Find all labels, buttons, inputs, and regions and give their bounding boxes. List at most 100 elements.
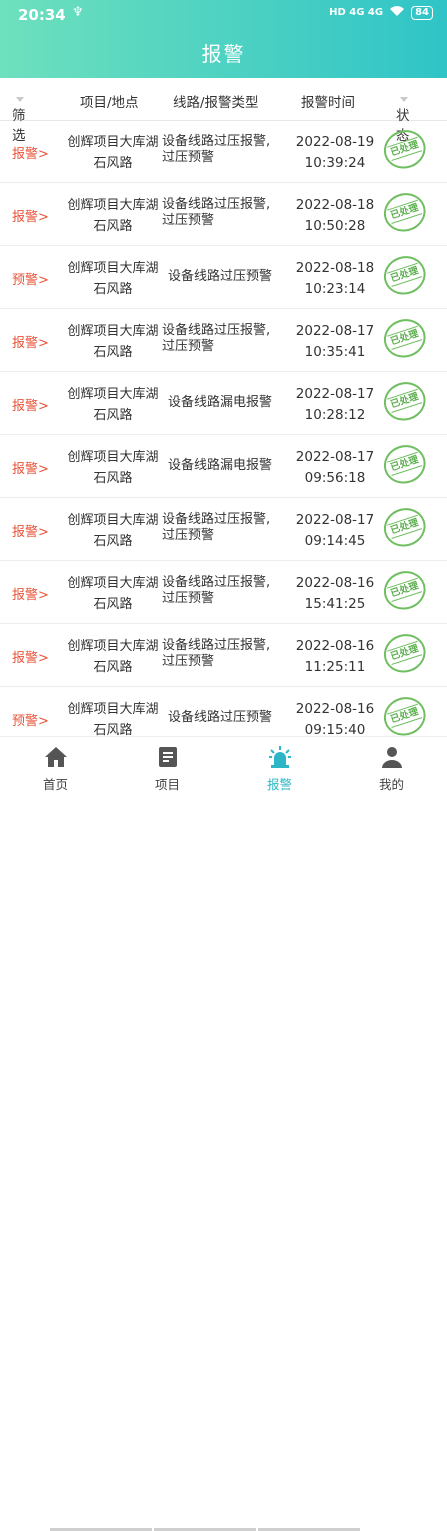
project-name: 创辉项目大库湖 bbox=[67, 513, 159, 528]
alarm-date: 2022-08-17 bbox=[295, 512, 375, 528]
alarm-time: 2022-08-17 10:28:12 bbox=[290, 384, 380, 426]
processed-stamp: 已处理 bbox=[378, 628, 433, 680]
alarm-type-line: 设备线路过压报警, bbox=[162, 638, 271, 653]
table-row[interactable]: 报警> 创辉项目大库湖 石风路 设备线路过压报警, 过压预警 2022-08-16 11:2… bbox=[0, 624, 447, 687]
alarm-level-link[interactable]: 报警> bbox=[12, 647, 49, 666]
alarm-time: 2022-08-16 11:25:11 bbox=[290, 636, 380, 678]
table-row[interactable]: 报警> 创辉项目大库湖 石风路 设备线路过压报警, 过压预警 2022-08-18 10:5… bbox=[0, 183, 447, 246]
tab-alarm[interactable]: 报警 bbox=[224, 737, 335, 798]
project-location: 创辉项目大库湖 石风路 bbox=[66, 447, 160, 489]
alarm-date: 2022-08-16 bbox=[295, 701, 375, 717]
alarm-clock: 09:14:45 bbox=[304, 533, 366, 549]
project-name: 创辉项目大库湖 bbox=[67, 639, 159, 654]
alarm-clock: 10:28:12 bbox=[304, 407, 366, 423]
user-icon bbox=[382, 747, 402, 768]
alarm-level-link[interactable]: 报警> bbox=[12, 584, 49, 603]
project-location-name: 石风路 bbox=[93, 156, 133, 171]
alarm-type: 设备线路漏电报警 bbox=[168, 395, 294, 411]
table-row[interactable]: 报警> 创辉项目大库湖 石风路 设备线路过压报警, 过压预警 2022-08-17 09:1… bbox=[0, 498, 447, 561]
alarm-time: 2022-08-18 10:50:28 bbox=[290, 195, 380, 237]
alarm-type-line: 过压预警 bbox=[162, 528, 215, 543]
alarm-type: 设备线路过压报警, 过压预警 bbox=[162, 638, 288, 670]
processed-stamp: 已处理 bbox=[378, 187, 433, 239]
tab-project[interactable]: 项目 bbox=[112, 737, 223, 798]
alarm-type-line: 设备线路过压报警, bbox=[162, 512, 271, 527]
alarm-date: 2022-08-18 bbox=[295, 260, 375, 276]
alarm-type: 设备线路过压报警, 过压预警 bbox=[162, 197, 288, 229]
project-name: 创辉项目大库湖 bbox=[67, 702, 159, 717]
project-location: 创辉项目大库湖 石风路 bbox=[66, 195, 160, 237]
alarm-type: 设备线路过压报警, 过压预警 bbox=[162, 134, 288, 166]
alarm-clock: 11:25:11 bbox=[304, 659, 366, 675]
alarm-time: 2022-08-16 15:41:25 bbox=[290, 573, 380, 615]
table-row[interactable]: 报警> 创辉项目大库湖 石风路 设备线路过压报警, 过压预警 2022-08-19 10:3… bbox=[0, 120, 447, 183]
alarm-clock: 10:23:14 bbox=[304, 281, 366, 297]
home-icon bbox=[45, 747, 67, 767]
alarm-date: 2022-08-17 bbox=[295, 449, 375, 465]
chevron-down-icon bbox=[400, 96, 408, 102]
alarm-clock: 10:50:28 bbox=[304, 218, 366, 234]
project-location: 创辉项目大库湖 石风路 bbox=[66, 321, 160, 363]
project-name: 创辉项目大库湖 bbox=[67, 387, 159, 402]
alarm-level-link[interactable]: 报警> bbox=[12, 521, 49, 540]
project-location-name: 石风路 bbox=[93, 597, 133, 612]
alarm-clock: 10:35:41 bbox=[304, 344, 366, 360]
project-location: 创辉项目大库湖 石风路 bbox=[66, 699, 160, 741]
project-name: 创辉项目大库湖 bbox=[67, 135, 159, 150]
alarm-type-line: 过压预警 bbox=[162, 591, 215, 606]
alarm-list: 报警> 创辉项目大库湖 石风路 设备线路过压报警, 过压预警 2022-08-19 10:3… bbox=[0, 120, 447, 750]
usb-icon: ♆ bbox=[72, 5, 84, 20]
table-row[interactable]: 报警> 创辉项目大库湖 石风路 设备线路过压报警, 过压预警 2022-08-17 10:3… bbox=[0, 309, 447, 372]
table-row[interactable]: 报警> 创辉项目大库湖 石风路 设备线路漏电报警 2022-08-17 10:28:12 已… bbox=[0, 372, 447, 435]
alarm-level-link[interactable]: 报警> bbox=[12, 458, 49, 477]
bottom-tab-bar: 首页 项目 报警 我的 bbox=[0, 736, 447, 1531]
table-row[interactable]: 报警> 创辉项目大库湖 石风路 设备线路漏电报警 2022-08-17 09:56:18 已… bbox=[0, 435, 447, 498]
alarm-level-link[interactable]: 报警> bbox=[12, 143, 49, 162]
alarm-date: 2022-08-17 bbox=[295, 386, 375, 402]
alarm-level-link[interactable]: 报警> bbox=[12, 332, 49, 351]
alarm-level-link[interactable]: 预警> bbox=[12, 710, 49, 729]
alarm-type: 设备线路过压报警, 过压预警 bbox=[162, 512, 288, 544]
project-location: 创辉项目大库湖 石风路 bbox=[66, 258, 160, 300]
wifi-icon bbox=[389, 5, 405, 20]
tab-home[interactable]: 首页 bbox=[0, 737, 111, 798]
processed-stamp: 已处理 bbox=[378, 376, 433, 428]
project-name: 创辉项目大库湖 bbox=[67, 261, 159, 276]
alarm-date: 2022-08-16 bbox=[295, 575, 375, 591]
alarm-type-line: 设备线路漏电报警 bbox=[168, 458, 273, 473]
time-header: 报警时间 bbox=[301, 95, 355, 111]
alarm-time: 2022-08-19 10:39:24 bbox=[290, 132, 380, 174]
alarm-level-link[interactable]: 报警> bbox=[12, 395, 49, 414]
alarm-type-line: 设备线路过压预警 bbox=[168, 710, 273, 725]
app-header: 20:34 ♆ HD 4G 4G 84 报警 bbox=[0, 0, 447, 78]
alarm-date: 2022-08-16 bbox=[295, 638, 375, 654]
project-location: 创辉项目大库湖 石风路 bbox=[66, 384, 160, 426]
project-location: 创辉项目大库湖 石风路 bbox=[66, 573, 160, 615]
alarm-level-link[interactable]: 报警> bbox=[12, 206, 49, 225]
processed-stamp: 已处理 bbox=[378, 565, 433, 617]
alarm-date: 2022-08-19 bbox=[295, 134, 375, 150]
status-bar: 20:34 ♆ HD 4G 4G 84 bbox=[0, 0, 447, 28]
alarm-date: 2022-08-18 bbox=[295, 197, 375, 213]
project-location: 创辉项目大库湖 石风路 bbox=[66, 510, 160, 552]
tab-mine[interactable]: 我的 bbox=[336, 737, 447, 798]
alarm-type-line: 过压预警 bbox=[162, 213, 215, 228]
alarm-type: 设备线路过压预警 bbox=[168, 710, 294, 726]
table-row[interactable]: 预警> 创辉项目大库湖 石风路 设备线路过压预警 2022-08-18 10:23:14 已… bbox=[0, 246, 447, 309]
alarm-type: 设备线路漏电报警 bbox=[168, 458, 294, 474]
table-row[interactable]: 报警> 创辉项目大库湖 石风路 设备线路过压报警, 过压预警 2022-08-16 15:4… bbox=[0, 561, 447, 624]
alarm-level-link[interactable]: 预警> bbox=[12, 269, 49, 288]
project-location: 创辉项目大库湖 石风路 bbox=[66, 636, 160, 678]
project-name: 创辉项目大库湖 bbox=[67, 324, 159, 339]
project-location-name: 石风路 bbox=[93, 219, 133, 234]
alarm-type-line: 过压预警 bbox=[162, 150, 215, 165]
alarm-time: 2022-08-17 09:56:18 bbox=[290, 447, 380, 489]
processed-stamp: 已处理 bbox=[378, 250, 433, 302]
status-header[interactable]: 状态 bbox=[396, 91, 410, 144]
status-time: 20:34 bbox=[18, 6, 66, 24]
status-indicators: HD 4G 4G 84 bbox=[329, 5, 433, 20]
tab-label: 我的 bbox=[378, 777, 404, 792]
filter-header[interactable]: 筛选 bbox=[12, 91, 26, 144]
alarm-clock: 09:56:18 bbox=[304, 470, 366, 486]
chevron-down-icon bbox=[16, 96, 24, 102]
